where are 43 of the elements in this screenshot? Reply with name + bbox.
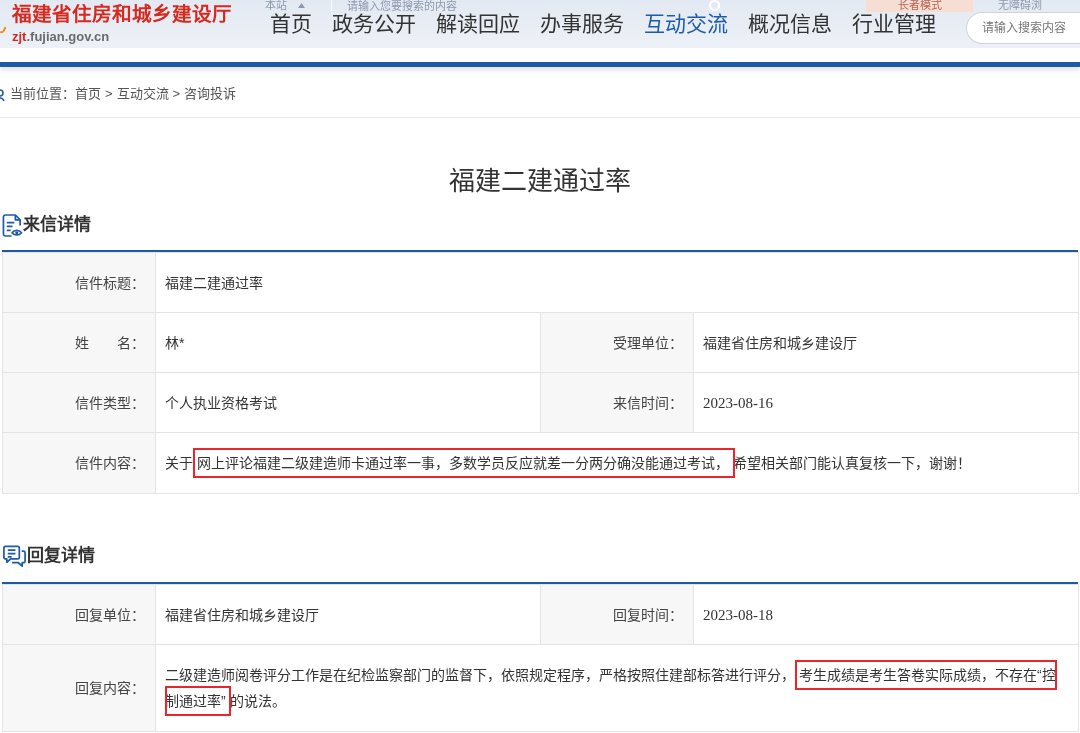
date-value: 2023-08-16 (693, 372, 1079, 433)
field-label: 信件标题： (2, 252, 156, 313)
field-label: 姓 名： (2, 312, 156, 373)
nav-link[interactable]: 办事服务 (540, 13, 624, 36)
emblem-icon (0, 26, 6, 35)
breadcrumb-link[interactable]: 咨询投诉 (184, 83, 237, 104)
section-title: 回复详情 (27, 544, 95, 567)
document-icon (2, 213, 23, 237)
field-label: 来信时间： (540, 372, 694, 433)
field-label: 受理单位： (540, 312, 694, 373)
section-title: 来信详情 (23, 213, 91, 236)
field-label: 信件类型： (2, 372, 156, 433)
field-value: 福建二建通过率 (155, 252, 1079, 313)
nav-link[interactable]: 首页 (270, 13, 312, 36)
field-label: 回复单位： (2, 584, 156, 645)
breadcrumb-separator: > (105, 84, 113, 103)
field-label: 信件内容： (2, 432, 156, 494)
breadcrumb-link[interactable]: 首页 (75, 83, 101, 104)
breadcrumb-link[interactable]: 互动交流 (116, 83, 169, 104)
date-value: 2023-08-18 (693, 584, 1079, 645)
field-value: 林* (155, 312, 541, 373)
marker-icon (0, 86, 5, 101)
field-label: 回复内容： (2, 644, 156, 732)
nav-link[interactable]: 互动交流 (644, 13, 728, 36)
site-name: 福建省住房和城乡建设厅 (12, 4, 232, 26)
nav-link[interactable]: 解读回应 (436, 13, 520, 36)
page-title: 福建二建通过率 (449, 167, 631, 197)
field-label: 回复时间： (540, 584, 694, 645)
message-text: 关于 网上评论福建二级建造师卡通过率一事，多数学员反应就差一分两分确没能通过考试， 希望相关部门能认真复核一下，谢谢！ (165, 454, 971, 473)
field-value: 个人执业资格考试 (155, 372, 541, 433)
search-field[interactable]: 请输入搜索内容 (966, 12, 1080, 44)
field-value: 福建省住房和城乡建设厅 (693, 312, 1079, 373)
caret-icon (298, 3, 305, 8)
search-icon (709, 0, 720, 11)
chat-icon (2, 544, 27, 568)
field-value: 福建省住房和城乡建设厅 (155, 584, 541, 645)
breadcrumb-separator: > (172, 84, 181, 103)
nav-link[interactable]: 概况信息 (748, 13, 832, 36)
nav-link[interactable]: 行业管理 (852, 13, 936, 36)
site-domain: zjt.fujian.gov.cn (12, 30, 110, 44)
breadcrumb-label: 当前位置： (10, 84, 75, 103)
site-search-field[interactable]: 请输入您要搜索的内容 (347, 0, 467, 11)
nav-link[interactable]: 政务公开 (332, 13, 416, 36)
